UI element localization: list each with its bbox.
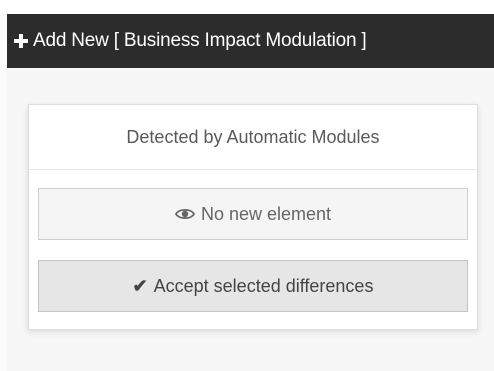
no-new-element-button[interactable]: No new element — [38, 188, 468, 240]
add-new-header-button[interactable]: Add New [ Business Impact Modulation ] — [7, 14, 494, 68]
check-icon: ✔ — [132, 276, 148, 296]
top-strip — [0, 0, 494, 14]
plus-icon — [13, 33, 29, 49]
panel-heading: Detected by Automatic Modules — [29, 105, 477, 170]
header-title: Add New [ Business Impact Modulation ] — [33, 30, 367, 51]
detected-modules-panel: Detected by Automatic Modules No new ele… — [28, 104, 478, 330]
accept-differences-label: Accept selected differences — [153, 275, 374, 296]
no-new-element-label: No new element — [200, 203, 332, 224]
accept-differences-button[interactable]: ✔ Accept selected differences — [38, 260, 468, 312]
eye-icon — [174, 207, 195, 221]
